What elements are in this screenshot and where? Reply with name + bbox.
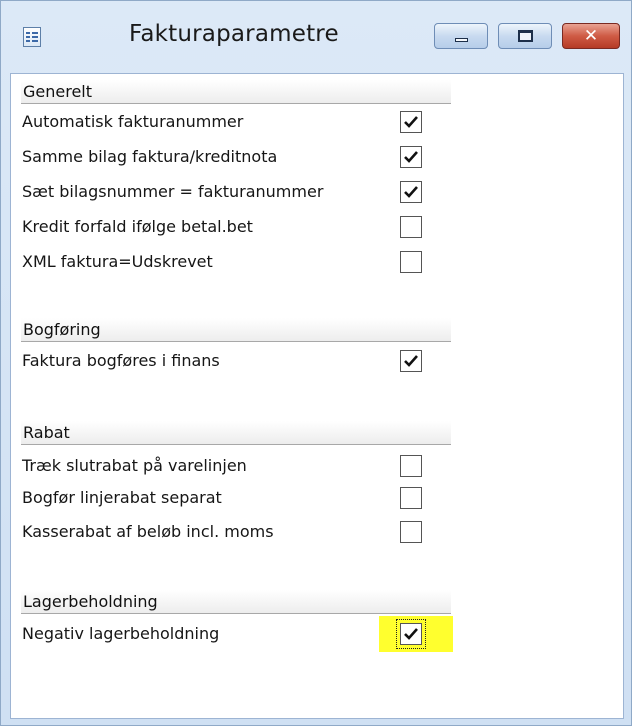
option-checkbox[interactable] <box>400 521 422 543</box>
option-checkbox[interactable] <box>400 216 422 238</box>
option-label: Træk slutrabat på varelinjen <box>22 456 247 475</box>
section-title: Lagerbeholdning <box>23 592 158 611</box>
section-header: Generelt <box>21 80 451 104</box>
fakturaparametre-window: Fakturaparametre ✕ Generelt Automatisk f… <box>0 0 632 726</box>
section-title: Bogføring <box>23 320 101 339</box>
option-row: Kasserabat af beløb incl. moms <box>21 518 451 548</box>
option-checkbox[interactable] <box>400 623 422 645</box>
section-title: Rabat <box>23 423 70 442</box>
checkmark-icon <box>404 151 418 163</box>
maximize-button[interactable] <box>498 23 552 49</box>
option-checkbox[interactable] <box>400 111 422 133</box>
option-row: Automatisk fakturanummer <box>21 108 451 138</box>
option-checkbox[interactable] <box>400 455 422 477</box>
option-label: Bogfør linjerabat separat <box>22 488 222 507</box>
option-row: Kredit forfald ifølge betal.bet <box>21 213 451 243</box>
close-button[interactable]: ✕ <box>562 23 620 49</box>
option-label: Automatisk fakturanummer <box>22 112 244 131</box>
option-label: Negativ lagerbeholdning <box>22 624 220 643</box>
option-row: Negativ lagerbeholdning <box>21 616 453 652</box>
checkmark-icon <box>404 116 418 128</box>
option-label: Faktura bogføres i finans <box>22 351 220 370</box>
option-checkbox[interactable] <box>400 251 422 273</box>
close-icon: ✕ <box>583 26 599 46</box>
option-label: Kredit forfald ifølge betal.bet <box>22 217 253 236</box>
checkmark-icon <box>404 355 418 367</box>
window-title: Fakturaparametre <box>129 21 339 47</box>
option-row: Faktura bogføres i finans <box>21 347 451 377</box>
minimize-icon <box>455 38 468 42</box>
option-row: XML faktura=Udskrevet <box>21 248 451 278</box>
option-row: Træk slutrabat på varelinjen <box>21 452 451 482</box>
maximize-icon <box>518 30 533 42</box>
section-header: Bogføring <box>21 318 451 342</box>
option-label: Samme bilag faktura/kreditnota <box>22 147 278 166</box>
option-label: Kasserabat af beløb incl. moms <box>22 522 274 541</box>
checkmark-icon <box>404 628 418 640</box>
form-icon[interactable] <box>23 27 41 47</box>
option-checkbox[interactable] <box>400 146 422 168</box>
option-label: Sæt bilagsnummer = fakturanummer <box>22 182 324 201</box>
minimize-button[interactable] <box>434 23 488 49</box>
option-label: XML faktura=Udskrevet <box>22 252 213 271</box>
option-row: Bogfør linjerabat separat <box>21 484 451 514</box>
section-header: Rabat <box>21 421 451 445</box>
section-header: Lagerbeholdning <box>21 590 451 614</box>
checkmark-icon <box>404 186 418 198</box>
title-bar[interactable]: Fakturaparametre ✕ <box>1 1 632 71</box>
form-body: Generelt Automatisk fakturanummer Samme … <box>10 73 624 719</box>
option-row: Sæt bilagsnummer = fakturanummer <box>21 178 451 208</box>
option-checkbox[interactable] <box>400 487 422 509</box>
option-checkbox[interactable] <box>400 350 422 372</box>
section-title: Generelt <box>23 82 93 101</box>
option-checkbox[interactable] <box>400 181 422 203</box>
option-row: Samme bilag faktura/kreditnota <box>21 143 451 173</box>
